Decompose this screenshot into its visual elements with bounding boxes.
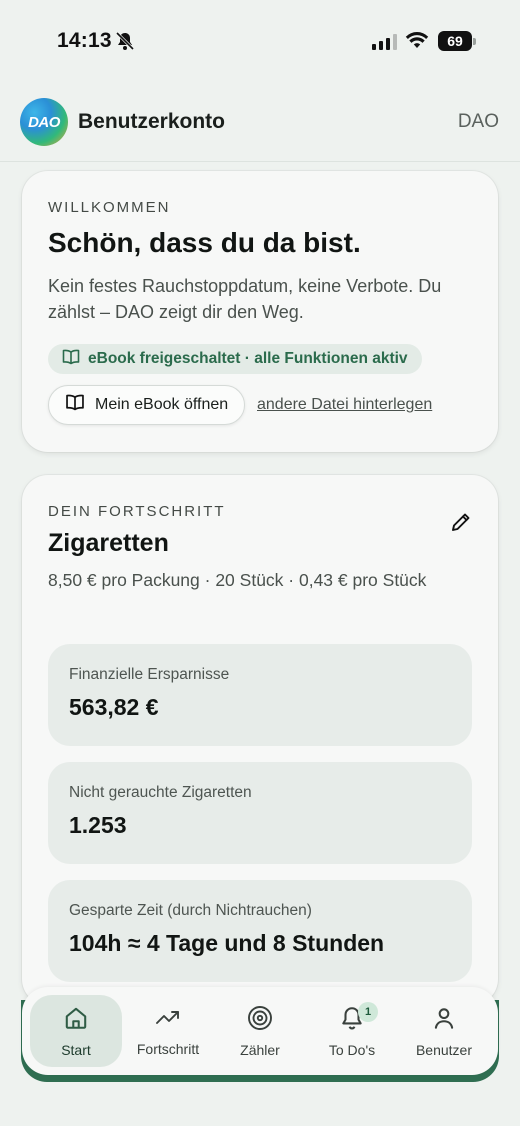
nav-item-fortschritt[interactable]: Fortschritt (122, 995, 214, 1067)
nav-item-start[interactable]: Start (30, 995, 122, 1067)
nav-label: Benutzer (415, 1041, 473, 1058)
target-icon (247, 1005, 273, 1036)
welcome-eyebrow: WILLKOMMEN (48, 199, 171, 216)
alternate-file-link[interactable]: andere Datei hinterlegen (257, 396, 432, 414)
nav-item-zaehler[interactable]: Zähler (214, 995, 306, 1067)
book-open-icon (65, 394, 85, 416)
stat-card-cigarettes: Nicht gerauchte Zigaretten 1.253 (48, 762, 472, 864)
stat-value: 1.253 (69, 812, 127, 838)
stat-card-time-saved: Gesparte Zeit (durch Nichtrauchen) 104h … (48, 880, 472, 982)
wifi-icon (405, 31, 429, 54)
stat-label: Nicht gerauchte Zigaretten (69, 784, 252, 801)
nav-item-todos[interactable]: 1 To Do's (306, 995, 398, 1067)
progress-eyebrow: DEIN FORTSCHRITT (48, 503, 226, 520)
bell-off-icon (115, 31, 135, 56)
notification-badge: 1 (358, 1002, 378, 1022)
trending-up-icon (154, 1006, 182, 1035)
status-time: 14:13 (57, 29, 112, 52)
ebook-badge-label: eBook freigeschaltet · alle Funktionen a… (88, 350, 408, 367)
battery-tip (473, 38, 476, 45)
nav-label: Start (61, 1041, 91, 1058)
nav-label: To Do's (328, 1041, 376, 1058)
header-brand-label[interactable]: DAO (458, 111, 499, 133)
user-icon (431, 1005, 457, 1036)
welcome-text: Kein festes Rauchstoppdatum, keine Verbo… (48, 276, 442, 322)
open-ebook-button[interactable]: Mein eBook öffnen (48, 385, 246, 425)
stat-value: 104h ≈ 4 Tage und 8 Stunden (69, 930, 385, 956)
nav-label: Zähler (240, 1041, 280, 1058)
stat-card-savings: Finanzielle Ersparnisse 563,82 € (48, 644, 472, 746)
dao-logo[interactable]: DAO (20, 98, 68, 146)
progress-subtitle: 8,50 € pro Packung · 20 Stück · 0,43 € p… (48, 570, 427, 590)
app-header: DAO Benutzerkonto DAO (0, 84, 520, 162)
nav-item-benutzer[interactable]: Benutzer (398, 995, 490, 1067)
bottom-nav: Start Fortschritt Zähler 1 To Do's Benut… (22, 987, 498, 1075)
nav-label: Fortschritt (136, 1040, 200, 1057)
cellular-signal-icon (372, 34, 397, 50)
open-ebook-label: Mein eBook öffnen (95, 396, 229, 413)
stat-label: Finanzielle Ersparnisse (69, 666, 230, 683)
page-title: Benutzerkonto (78, 110, 225, 133)
battery-indicator: 69 (438, 31, 472, 51)
welcome-card: WILLKOMMEN Schön, dass du da bist. Kein … (22, 171, 498, 452)
stat-value: 563,82 € (69, 694, 159, 720)
status-bar: 14:13 69 (0, 0, 520, 84)
edit-pencil-icon[interactable] (450, 511, 472, 538)
progress-card: DEIN FORTSCHRITT Zigaretten 8,50 € pro P… (22, 475, 498, 1005)
welcome-title: Schön, dass du da bist. (48, 227, 361, 258)
home-icon (63, 1005, 89, 1036)
book-open-icon (62, 349, 80, 370)
ebook-status-badge: eBook freigeschaltet · alle Funktionen a… (48, 344, 422, 374)
progress-title: Zigaretten (48, 529, 169, 557)
stat-label: Gesparte Zeit (durch Nichtrauchen) (69, 902, 312, 919)
